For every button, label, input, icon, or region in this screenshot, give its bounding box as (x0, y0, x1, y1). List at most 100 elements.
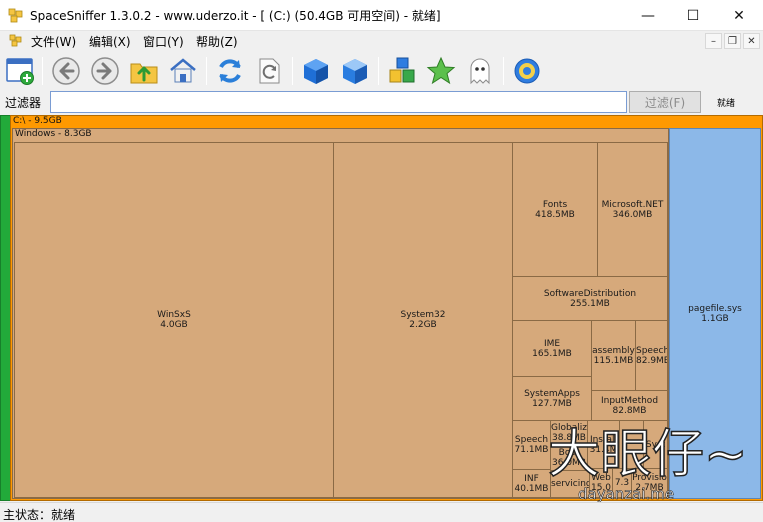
provisio-label: Provisio 2.7MB (632, 473, 667, 493)
ime-label: IME 165.1MB (513, 339, 591, 359)
assembly-block[interactable]: assembly 115.1MB (591, 320, 636, 391)
toolbar-separator (206, 57, 207, 85)
colored-cubes-button[interactable] (386, 55, 418, 87)
fonts-block[interactable]: Fonts 418.5MB (512, 142, 598, 277)
servicing-block[interactable]: servicing (550, 470, 590, 498)
assembly-label: assembly 115.1MB (592, 346, 635, 366)
globaliz-size: 38.8MB (552, 433, 586, 443)
pagefile-block[interactable]: pagefile.sys 1.1GB (669, 128, 761, 499)
ime-name: IME (543, 338, 561, 349)
filter-label: 过滤器 (5, 96, 42, 110)
mdi-minimize-button[interactable]: – (705, 33, 722, 49)
forward-icon (91, 57, 119, 85)
microsoft-net-block[interactable]: Microsoft.NET 346.0MB (597, 142, 668, 277)
pagefile-size: 1.1GB (701, 313, 729, 324)
new-scan-button[interactable] (4, 55, 36, 87)
system-apps-label: SystemApps 127.7MB (513, 389, 591, 409)
system32-block[interactable]: System32 2.2GB (333, 142, 513, 498)
small-7-block[interactable]: 7.3 (612, 468, 632, 498)
mdi-minimize-icon: – (711, 35, 716, 47)
home-button[interactable] (167, 55, 199, 87)
menu-file[interactable]: 文件(W) (31, 33, 76, 50)
speech-a-name: Speech (636, 345, 668, 356)
up-folder-button[interactable] (128, 55, 160, 87)
document-menu-icon[interactable] (9, 34, 23, 48)
input-method-block[interactable]: InputMethod 82.8MB (591, 390, 668, 421)
ghost-icon (470, 58, 490, 85)
drive-label: C:\ - 9.5GB (13, 116, 62, 126)
blue-box-button[interactable] (300, 55, 332, 87)
web-label: Web 15.0 (590, 473, 612, 493)
filter-input[interactable] (50, 91, 627, 113)
ime-size: 165.1MB (532, 348, 572, 359)
software-distribution-block[interactable]: SoftwareDistribution 255.1MB (512, 276, 668, 321)
speech-a-block[interactable]: Speech 82.9MB (635, 320, 668, 391)
app-logo-icon (8, 8, 23, 23)
refresh-button[interactable] (214, 55, 246, 87)
inf-block[interactable]: INF 40.1MB (512, 469, 551, 498)
ghost-button[interactable] (464, 55, 496, 87)
speech-b-name: Speech (514, 435, 549, 445)
assembly-size: 115.1MB (593, 355, 634, 366)
speech-b-block[interactable]: Speech 71.1MB (512, 420, 551, 470)
treemap-view[interactable]: C:\ - 9.5GB Windows - 8.3GB WinSxS 4.0GB … (0, 115, 763, 501)
globaliz-block[interactable]: Globaliz 38.8MB (550, 420, 588, 446)
back-icon (52, 57, 80, 85)
syst-block[interactable]: Syst (643, 420, 668, 469)
menu-window[interactable]: 窗口(Y) (143, 33, 184, 50)
new-scan-icon (6, 58, 34, 85)
status-text: 主状态：就绪 (3, 508, 76, 522)
home-icon (170, 58, 196, 83)
inf-size: 40.1MB (514, 483, 549, 494)
assembly-name: assembly (592, 345, 635, 356)
winsxs-block[interactable]: WinSxS 4.0GB (14, 142, 334, 498)
forward-button[interactable] (89, 55, 121, 87)
boot-block[interactable]: Boot 36.0MB (550, 445, 588, 471)
toolbar-separator (292, 57, 293, 85)
provisio-size: 2.7MB (635, 483, 664, 493)
pagefile-label: pagefile.sys 1.1GB (670, 304, 760, 324)
microsoft-net-label: Microsoft.NET 346.0MB (598, 200, 667, 220)
menu-bar: 文件(W) 编辑(X) 窗口(Y) 帮助(Z) – ❐ ✕ (0, 31, 763, 51)
install-size: 31.4M (589, 444, 618, 455)
misc-small-block[interactable] (619, 420, 644, 469)
close-icon: ✕ (733, 7, 745, 24)
boot-name: Boot (558, 448, 580, 458)
boot-size: 36.0MB (552, 458, 586, 468)
install-block[interactable]: Install 31.4M (587, 420, 620, 469)
settings-button[interactable] (511, 55, 543, 87)
mdi-restore-button[interactable]: ❐ (724, 33, 741, 49)
system-apps-block[interactable]: SystemApps 127.7MB (512, 376, 592, 421)
star-button[interactable] (425, 55, 457, 87)
install-label: Install 31.4M (588, 435, 619, 455)
toolbar (0, 52, 763, 90)
blue-box-alt-button[interactable] (339, 55, 371, 87)
provisio-block[interactable]: Provisio 2.7MB (631, 468, 668, 498)
filter-button[interactable]: 过滤(F) (629, 91, 701, 113)
close-button[interactable]: ✕ (716, 0, 762, 31)
ime-block[interactable]: IME 165.1MB (512, 320, 592, 377)
up-folder-icon (130, 63, 158, 84)
filter-status: 就绪 (717, 99, 736, 109)
back-button[interactable] (50, 55, 82, 87)
colored-cubes-icon (389, 57, 415, 83)
menu-edit[interactable]: 编辑(X) (89, 33, 131, 50)
refresh-document-button[interactable] (253, 55, 285, 87)
refresh-document-icon (259, 58, 280, 84)
menu-help[interactable]: 帮助(Z) (196, 33, 238, 50)
settings-gear-icon (514, 58, 540, 84)
fonts-label: Fonts 418.5MB (513, 200, 597, 220)
install-name: Install (589, 434, 618, 445)
web-block[interactable]: Web 15.0 (589, 468, 613, 498)
maximize-button[interactable]: ☐ (670, 0, 716, 31)
microsoft-net-name: Microsoft.NET (601, 199, 664, 210)
status-bar: 主状态：就绪 (0, 502, 763, 522)
minimize-button[interactable]: — (625, 0, 671, 31)
software-distribution-name: SoftwareDistribution (543, 288, 637, 299)
spacesniffer-window: SpaceSniffer 1.3.0.2 - www.uderzo.it - [… (0, 0, 763, 522)
mdi-close-button[interactable]: ✕ (743, 33, 760, 49)
mdi-close-icon: ✕ (747, 35, 756, 47)
toolbar-separator (42, 57, 43, 85)
fonts-name: Fonts (542, 199, 568, 210)
boot-label: Boot 36.0MB (551, 448, 587, 468)
